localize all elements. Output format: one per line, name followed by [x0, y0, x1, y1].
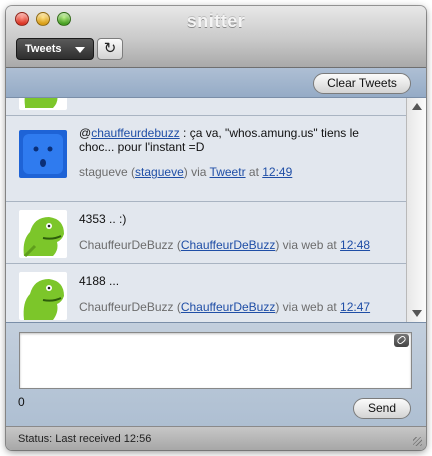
- author-name: ChauffeurDeBuzz: [79, 300, 174, 314]
- timestamp-link[interactable]: 12:49: [262, 165, 292, 179]
- client-link[interactable]: Tweetr: [210, 165, 246, 179]
- app-window: snitter Tweets ↻ Clear Tweets @chauffeur…: [6, 6, 426, 450]
- author-name: stagueve: [79, 165, 128, 179]
- timestamp-link[interactable]: 12:48: [340, 238, 370, 252]
- resize-grip-icon[interactable]: [413, 437, 422, 446]
- composer: 0 Send: [6, 322, 426, 426]
- avatar[interactable]: [19, 272, 67, 320]
- tweet-text: @chauffeurdebuzz : ça va, "whos.amung.us…: [79, 126, 397, 154]
- list-header: Clear Tweets: [6, 68, 426, 98]
- view-select-label: Tweets: [25, 43, 62, 55]
- avatar[interactable]: [19, 98, 67, 110]
- tweet-text: 4188 ...: [79, 274, 120, 288]
- app-title: snitter: [186, 11, 246, 31]
- send-button[interactable]: Send: [353, 398, 411, 419]
- author-handle-link[interactable]: ChauffeurDeBuzz: [181, 300, 276, 314]
- via-label: via web at: [279, 300, 341, 314]
- avatar[interactable]: [19, 210, 67, 258]
- tweet-item: 4353 .. :) ChauffeurDeBuzz (ChauffeurDeB…: [6, 202, 406, 264]
- tweet-meta: stagueve (stagueve) via Tweetr at 12:49: [79, 165, 293, 179]
- author-handle-link[interactable]: ChauffeurDeBuzz: [181, 238, 276, 252]
- mention-prefix: @: [79, 126, 92, 140]
- author-handle-link[interactable]: stagueve: [135, 165, 184, 179]
- tweet-list[interactable]: @chauffeurdebuzz : ça va, "whos.amung.us…: [6, 98, 406, 322]
- tweet-item: [6, 98, 406, 116]
- scroll-up-arrow-icon[interactable]: [412, 103, 422, 110]
- clear-tweets-button[interactable]: Clear Tweets: [313, 73, 411, 94]
- at-label: at: [245, 165, 263, 179]
- chevron-down-icon: [75, 47, 85, 53]
- timestamp-link[interactable]: 12:47: [340, 300, 370, 314]
- tweet-meta: ChauffeurDeBuzz (ChauffeurDeBuzz) via we…: [79, 238, 371, 252]
- via-label: via: [187, 165, 210, 179]
- tweet-item: 4188 ... ChauffeurDeBuzz (ChauffeurDeBuz…: [6, 264, 406, 322]
- char-count: 0: [18, 395, 25, 409]
- refresh-button[interactable]: ↻: [97, 38, 123, 60]
- scroll-down-arrow-icon[interactable]: [412, 310, 422, 317]
- tweet-meta: ChauffeurDeBuzz (ChauffeurDeBuzz) via we…: [79, 300, 371, 314]
- view-select[interactable]: Tweets: [16, 38, 94, 60]
- author-name: ChauffeurDeBuzz: [79, 238, 174, 252]
- status-text: Status: Last received 12:56: [18, 433, 152, 445]
- titlebar: snitter Tweets ↻: [6, 6, 426, 68]
- refresh-icon: ↻: [103, 40, 117, 57]
- via-label: via web at: [279, 238, 341, 252]
- vertical-scrollbar[interactable]: [406, 98, 426, 322]
- tweet-item: @chauffeurdebuzz : ça va, "whos.amung.us…: [6, 116, 406, 202]
- link-icon[interactable]: [394, 334, 409, 347]
- mention-link[interactable]: chauffeurdebuzz: [91, 126, 180, 140]
- status-bar: Status: Last received 12:56: [6, 426, 426, 450]
- avatar[interactable]: [19, 130, 67, 178]
- tweet-input[interactable]: [19, 332, 412, 389]
- tweet-text: 4353 .. :): [79, 212, 127, 226]
